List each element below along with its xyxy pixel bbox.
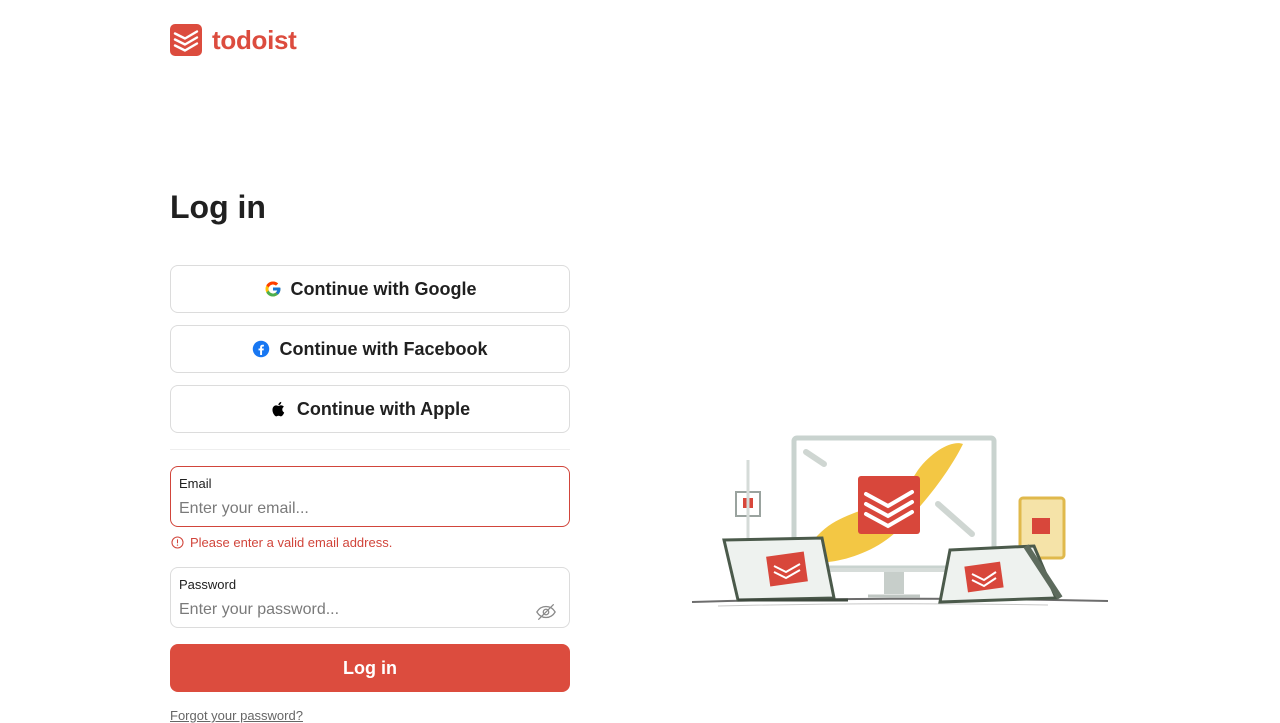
page-title: Log in <box>170 189 266 225</box>
devices-illustration <box>691 435 1109 607</box>
email-error-text: Please enter a valid email address. <box>190 535 393 550</box>
login-button[interactable]: Log in <box>170 644 570 692</box>
password-field[interactable]: Password <box>170 567 570 628</box>
divider <box>170 449 570 450</box>
continue-with-facebook-button[interactable]: Continue with Facebook <box>170 325 570 373</box>
password-label: Password <box>179 577 237 592</box>
facebook-icon <box>253 340 270 358</box>
password-input[interactable] <box>179 599 519 621</box>
email-field[interactable]: Email <box>170 466 570 527</box>
continue-with-google-button[interactable]: Continue with Google <box>170 265 570 313</box>
forgot-password-link[interactable]: Forgot your password? <box>170 708 303 723</box>
facebook-button-label: Continue with Facebook <box>279 338 488 359</box>
brand-name: todoist <box>212 25 297 55</box>
email-label: Email <box>179 476 212 491</box>
todoist-logo-icon <box>170 24 202 56</box>
eye-off-icon[interactable] <box>535 601 557 623</box>
google-button-label: Continue with Google <box>290 278 477 299</box>
alert-circle-icon <box>171 536 184 549</box>
apple-icon <box>272 401 285 417</box>
apple-button-label: Continue with Apple <box>296 398 471 419</box>
email-error-message: Please enter a valid email address. <box>171 535 392 550</box>
email-input[interactable] <box>179 498 519 520</box>
todoist-logo[interactable]: todoist <box>170 24 297 56</box>
continue-with-apple-button[interactable]: Continue with Apple <box>170 385 570 433</box>
google-icon <box>265 281 280 297</box>
